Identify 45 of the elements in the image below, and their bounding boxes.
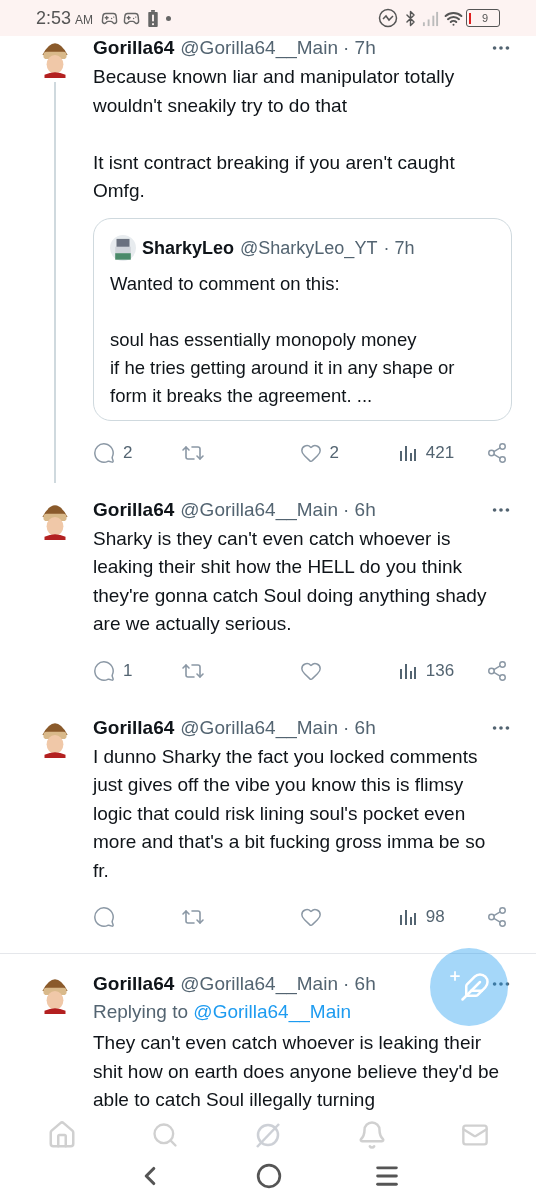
- like-icon[interactable]: [299, 906, 322, 928]
- post-time: · 6h: [342, 497, 376, 522]
- signal-icon: [422, 9, 439, 27]
- share-icon[interactable]: [486, 659, 508, 682]
- share-icon[interactable]: [486, 906, 508, 928]
- quoted-text: Wanted to comment on this: soul has essentially monopoly money if he tries getting around it in any shape or form it breaks the agreement. ...: [110, 271, 456, 408]
- like-count: 2: [329, 441, 339, 464]
- author-handle[interactable]: @Gorilla64__Main: [180, 715, 338, 740]
- post-time: · 6h: [342, 972, 376, 996]
- author-name[interactable]: Gorilla64: [93, 36, 175, 60]
- author-handle[interactable]: @Gorilla64__Main: [180, 36, 338, 60]
- post-text: I dunno Sharky the fact you locked comments just gives off the vibe you know this is flimsy logic that could risk lining soul's pocket even more and that's a bit fucking gross imma be so fr.: [93, 744, 487, 883]
- reply-count: 1: [123, 659, 133, 682]
- quoted-post[interactable]: SharkyLeo @SharkyLeo_YT · 7h Wanted to comment on this: soul has essentially monopoly money if he tries getting around it in any shape or form it breaks the agreement. ...: [93, 217, 512, 421]
- author-name[interactable]: Gorilla64: [93, 972, 175, 996]
- home-circle-icon[interactable]: [256, 1163, 282, 1189]
- reply-icon[interactable]: [93, 659, 115, 682]
- author-handle[interactable]: @SharkyLeo_YT: [240, 234, 378, 262]
- post-time: · 7h: [383, 236, 415, 260]
- reply-icon[interactable]: [93, 441, 115, 464]
- author-handle[interactable]: @Gorilla64__Main: [180, 972, 338, 996]
- author-name[interactable]: SharkyLeo: [142, 234, 235, 262]
- clock-meridiem: AM: [75, 11, 94, 29]
- post-text: They can't even catch whoever is leaking their shit how on earth does anyone believe they'd be able to catch Soul illegally turning: [93, 1031, 501, 1112]
- avatar[interactable]: [110, 235, 136, 261]
- author-name[interactable]: Gorilla64: [93, 715, 175, 740]
- battery-alert-icon: [148, 9, 159, 27]
- replying-label: Replying to: [93, 1001, 189, 1022]
- reply-icon[interactable]: [93, 906, 115, 928]
- author-handle[interactable]: @Gorilla64__Main: [180, 497, 338, 522]
- post-text: Because known liar and manipulator totally wouldn't sneakily try to do that It isnt contract breaking if you aren't caught Omfg.: [93, 65, 456, 203]
- author-name[interactable]: Gorilla64: [93, 497, 175, 522]
- post-time: · 6h: [342, 715, 376, 740]
- clock-time: 2:53: [36, 6, 72, 30]
- view-count: 98: [425, 906, 445, 929]
- view-count: 421: [425, 441, 455, 464]
- post-text: Sharky is they can't even catch whoever is leaking their shit how the HELL do you think they're gonna catch Soul doing anything shady are we actually serious.: [93, 526, 488, 636]
- battery-icon: 9: [466, 9, 500, 27]
- view-count: 136: [425, 659, 455, 682]
- reply-count: 2: [123, 441, 133, 464]
- bar-chart-icon[interactable]: [397, 907, 418, 927]
- post-time: · 7h: [342, 36, 376, 60]
- feather-icon: [460, 972, 490, 1002]
- share-icon[interactable]: [486, 441, 508, 464]
- plus-icon: [448, 969, 462, 983]
